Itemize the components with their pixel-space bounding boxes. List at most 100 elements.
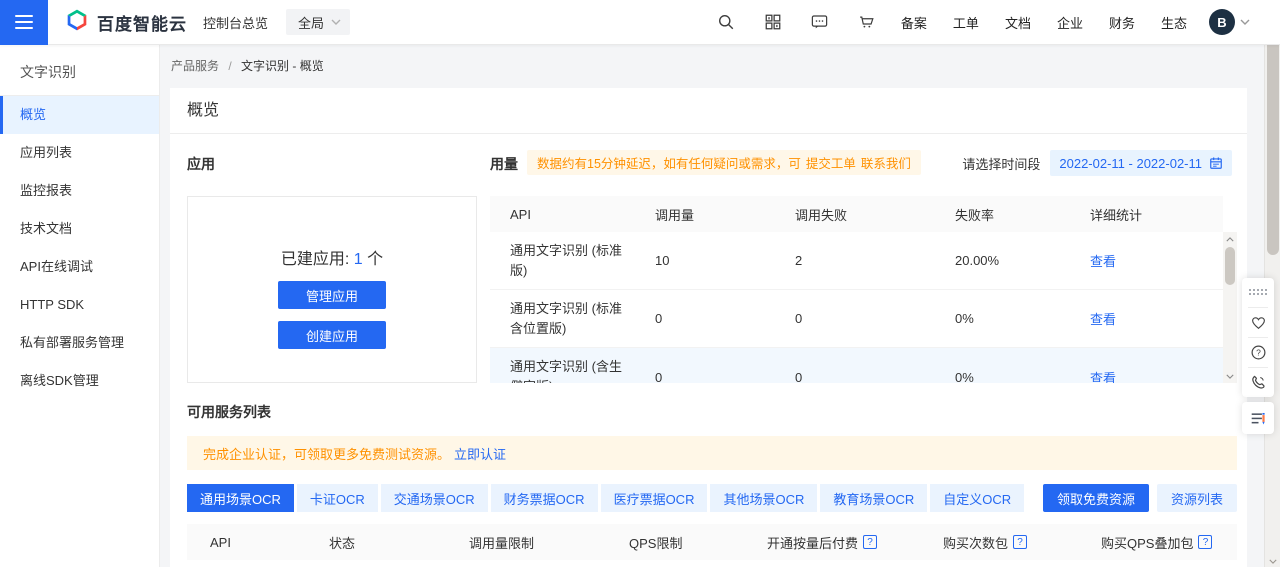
notice-text: 数据约有15分钟延迟，如有任何疑问或需求，可	[537, 157, 801, 171]
col-count-package: 购买次数包?	[943, 533, 1101, 552]
chevron-down-icon	[1240, 19, 1250, 25]
col-call-limit: 调用量限制	[469, 535, 535, 551]
tab-finance-ocr[interactable]: 财务票据OCR	[490, 484, 598, 512]
message-icon[interactable]	[810, 12, 830, 32]
sidebar-item-tech-docs[interactable]: 技术文档	[0, 210, 159, 248]
console-overview-link[interactable]: 控制台总览	[203, 13, 268, 32]
nav-link-qiye[interactable]: 企业	[1057, 13, 1083, 32]
sidebar-item-http-sdk[interactable]: HTTP SDK	[0, 286, 159, 324]
create-app-button[interactable]: 创建应用	[278, 321, 386, 349]
contact-us-link[interactable]: 联系我们	[861, 153, 911, 172]
certification-banner: 完成企业认证，可领取更多免费测试资源。 立即认证	[187, 436, 1237, 470]
tab-traffic-ocr[interactable]: 交通场景OCR	[380, 484, 488, 512]
region-value: 全局	[298, 15, 325, 31]
help-circle-icon[interactable]: ?	[1242, 338, 1274, 367]
view-detail-link[interactable]: 查看	[1090, 254, 1116, 269]
sidebar-item-api-debug[interactable]: API在线调试	[0, 248, 159, 286]
usage-delay-notice: 数据约有15分钟延迟，如有任何疑问或需求，可 提交工单 联系我们	[527, 150, 921, 175]
col-calls: 调用量	[655, 207, 695, 223]
row-calls: 0	[655, 369, 663, 384]
table-scrollbar[interactable]	[1223, 232, 1237, 383]
help-icon[interactable]: ?	[1198, 535, 1213, 549]
brand-logo[interactable]: 百度智能云	[64, 7, 187, 38]
sidebar: 文字识别 概览 应用列表 监控报表 技术文档 API在线调试 HTTP SDK …	[0, 45, 160, 567]
apps-grid-icon[interactable]	[763, 12, 783, 32]
scroll-down-icon[interactable]	[1223, 369, 1237, 383]
manage-app-button[interactable]: 管理应用	[278, 281, 386, 309]
cart-icon[interactable]	[857, 12, 877, 32]
app-summary-panel: 已建应用: 1 个 管理应用 创建应用	[187, 196, 477, 383]
sidebar-item-private-deploy[interactable]: 私有部署服务管理	[0, 324, 159, 362]
col-fails: 调用失败	[795, 207, 848, 223]
scrollbar-thumb[interactable]	[1225, 247, 1235, 285]
help-icon[interactable]: ?	[863, 535, 878, 549]
col-postpaid: 开通按量后付费?	[767, 533, 943, 552]
user-menu[interactable]: B	[1209, 9, 1250, 35]
view-detail-link[interactable]: 查看	[1090, 371, 1116, 384]
search-icon[interactable]	[716, 12, 736, 32]
svg-text:?: ?	[1256, 347, 1261, 357]
phone-contact-icon[interactable]	[1242, 368, 1274, 397]
certify-now-link[interactable]: 立即认证	[454, 444, 506, 463]
page-scroll-down-icon[interactable]	[1265, 556, 1280, 567]
tab-card-ocr[interactable]: 卡证OCR	[296, 484, 378, 512]
floating-toolbar: ?	[1242, 278, 1274, 397]
nav-link-gongdan[interactable]: 工单	[953, 13, 979, 32]
breadcrumb: 产品服务 / 文字识别 - 概览	[171, 57, 324, 74]
breadcrumb-parent[interactable]: 产品服务	[171, 59, 219, 73]
chevron-down-icon	[331, 19, 341, 25]
region-selector[interactable]: 全局	[286, 9, 351, 35]
page-scrollbar-thumb[interactable]	[1267, 12, 1279, 255]
table-row: 通用文字识别 (含生僻字版) 0 0 0% 查看	[490, 348, 1223, 383]
row-fail-rate: 20.00%	[955, 253, 1000, 268]
date-picker-label: 请选择时间段	[962, 156, 1041, 172]
col-qps-package: 购买QPS叠加包?	[1101, 533, 1221, 552]
row-fails: 0	[795, 311, 803, 326]
tab-other-ocr[interactable]: 其他场景OCR	[710, 484, 818, 512]
tab-general-ocr[interactable]: 通用场景OCR	[187, 484, 294, 512]
services-table-header: API 状态 调用量限制 QPS限制 开通按量后付费? 购买次数包? 购买QPS…	[187, 524, 1237, 560]
tab-education-ocr[interactable]: 教育场景OCR	[820, 484, 928, 512]
page: 百度智能云 控制台总览 全局 备案 工单 文档 企业 财务 生态 B 文字识别 …	[0, 0, 1280, 567]
usage-table: API 调用量 调用失败 失败率 详细统计 通用文字识别 (标准版) 10 2 …	[490, 196, 1237, 383]
col-detail: 详细统计	[1090, 207, 1143, 223]
row-calls: 0	[655, 311, 663, 326]
calendar-icon	[1210, 157, 1222, 169]
scroll-up-icon[interactable]	[1223, 232, 1237, 246]
nav-link-wendang[interactable]: 文档	[1005, 13, 1031, 32]
row-fails: 0	[795, 369, 803, 384]
col-api: API	[210, 534, 231, 550]
sidebar-item-app-list[interactable]: 应用列表	[0, 134, 159, 172]
view-detail-link[interactable]: 查看	[1090, 312, 1116, 327]
nav-link-shengtai[interactable]: 生态	[1161, 13, 1187, 32]
row-calls: 10	[655, 253, 670, 268]
main-card: 概览 应用 用量 数据约有15分钟延迟，如有任何疑问或需求，可 提交工单 联系我…	[170, 88, 1247, 567]
help-icon[interactable]: ?	[1013, 535, 1028, 549]
resource-list-button[interactable]: 资源列表	[1156, 484, 1237, 512]
sidebar-title: 文字识别	[20, 64, 76, 80]
tab-medical-ocr[interactable]: 医疗票据OCR	[600, 484, 708, 512]
built-apps-count: 1	[353, 251, 363, 268]
avatar[interactable]: B	[1209, 9, 1235, 35]
hamburger-menu-icon[interactable]	[0, 0, 48, 45]
navbar-icons	[716, 12, 877, 32]
table-row: 通用文字识别 (标准版) 10 2 20.00% 查看	[490, 232, 1223, 290]
nav-link-caiwu[interactable]: 财务	[1109, 13, 1135, 32]
breadcrumb-current: 文字识别 - 概览	[241, 59, 324, 73]
claim-free-resources-button[interactable]: 领取免费资源	[1042, 484, 1149, 512]
drag-handle-icon[interactable]	[1242, 278, 1274, 307]
row-api: 通用文字识别 (标准含位置版)	[510, 300, 622, 336]
tab-custom-ocr[interactable]: 自定义OCR	[930, 484, 1025, 512]
sidebar-item-overview[interactable]: 概览	[0, 96, 159, 134]
submit-ticket-link[interactable]: 提交工单	[806, 153, 856, 172]
row-fails: 2	[795, 253, 803, 268]
sidebar-item-monitor-report[interactable]: 监控报表	[0, 172, 159, 210]
col-qps-limit: QPS限制	[629, 535, 683, 551]
row-fail-rate: 0%	[955, 311, 974, 326]
col-fail-rate: 失败率	[955, 207, 995, 223]
sidebar-item-offline-sdk[interactable]: 离线SDK管理	[0, 362, 159, 400]
favorite-heart-icon[interactable]	[1242, 308, 1274, 337]
survey-feedback-icon[interactable]	[1242, 402, 1274, 434]
date-range-picker[interactable]: 2022-02-11 - 2022-02-11	[1050, 150, 1232, 176]
nav-link-beian[interactable]: 备案	[901, 13, 927, 32]
